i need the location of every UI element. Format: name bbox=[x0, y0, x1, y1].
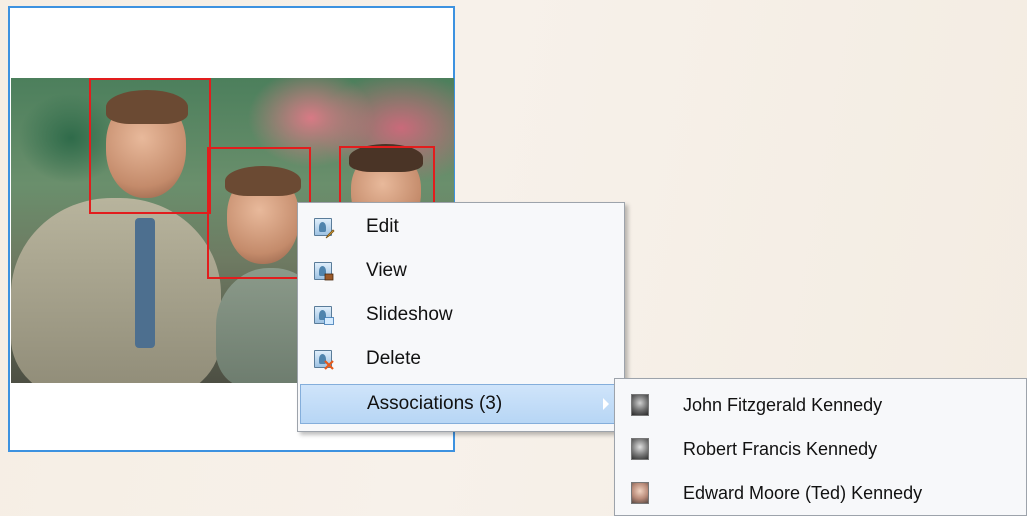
associations-submenu: John Fitzgerald Kennedy Robert Francis K… bbox=[614, 378, 1027, 516]
photo-person-tie bbox=[135, 218, 155, 348]
person-thumbnail-icon bbox=[631, 438, 649, 460]
menu-item-label: Slideshow bbox=[366, 304, 453, 325]
slideshow-icon bbox=[314, 306, 334, 325]
submenu-item-person[interactable]: Edward Moore (Ted) Kennedy bbox=[617, 471, 1022, 515]
person-thumbnail-icon bbox=[631, 394, 649, 416]
menu-item-label: Associations (3) bbox=[367, 393, 503, 414]
menu-item-slideshow[interactable]: Slideshow bbox=[300, 295, 622, 335]
submenu-item-label: Edward Moore (Ted) Kennedy bbox=[683, 483, 923, 503]
person-thumbnail-icon bbox=[631, 482, 649, 504]
submenu-item-person[interactable]: Robert Francis Kennedy bbox=[617, 427, 1022, 471]
submenu-arrow-icon bbox=[603, 398, 609, 410]
menu-item-delete[interactable]: Delete bbox=[300, 339, 622, 379]
photo-person-body bbox=[11, 198, 221, 383]
submenu-item-label: John Fitzgerald Kennedy bbox=[683, 395, 883, 415]
face-box-2[interactable] bbox=[207, 147, 311, 279]
menu-item-label: Delete bbox=[366, 348, 421, 369]
context-menu: Edit View Slideshow Delete Associations … bbox=[297, 202, 625, 432]
menu-item-view[interactable]: View bbox=[300, 251, 622, 291]
menu-item-edit[interactable]: Edit bbox=[300, 207, 622, 247]
delete-icon bbox=[314, 350, 334, 370]
submenu-item-person[interactable]: John Fitzgerald Kennedy bbox=[617, 383, 1022, 427]
menu-item-label: View bbox=[366, 260, 407, 281]
menu-item-label: Edit bbox=[366, 216, 399, 237]
submenu-item-label: Robert Francis Kennedy bbox=[683, 439, 878, 459]
view-icon bbox=[314, 262, 334, 281]
face-box-1[interactable] bbox=[89, 78, 211, 214]
menu-item-associations[interactable]: Associations (3) bbox=[300, 384, 622, 424]
edit-icon bbox=[314, 218, 335, 239]
